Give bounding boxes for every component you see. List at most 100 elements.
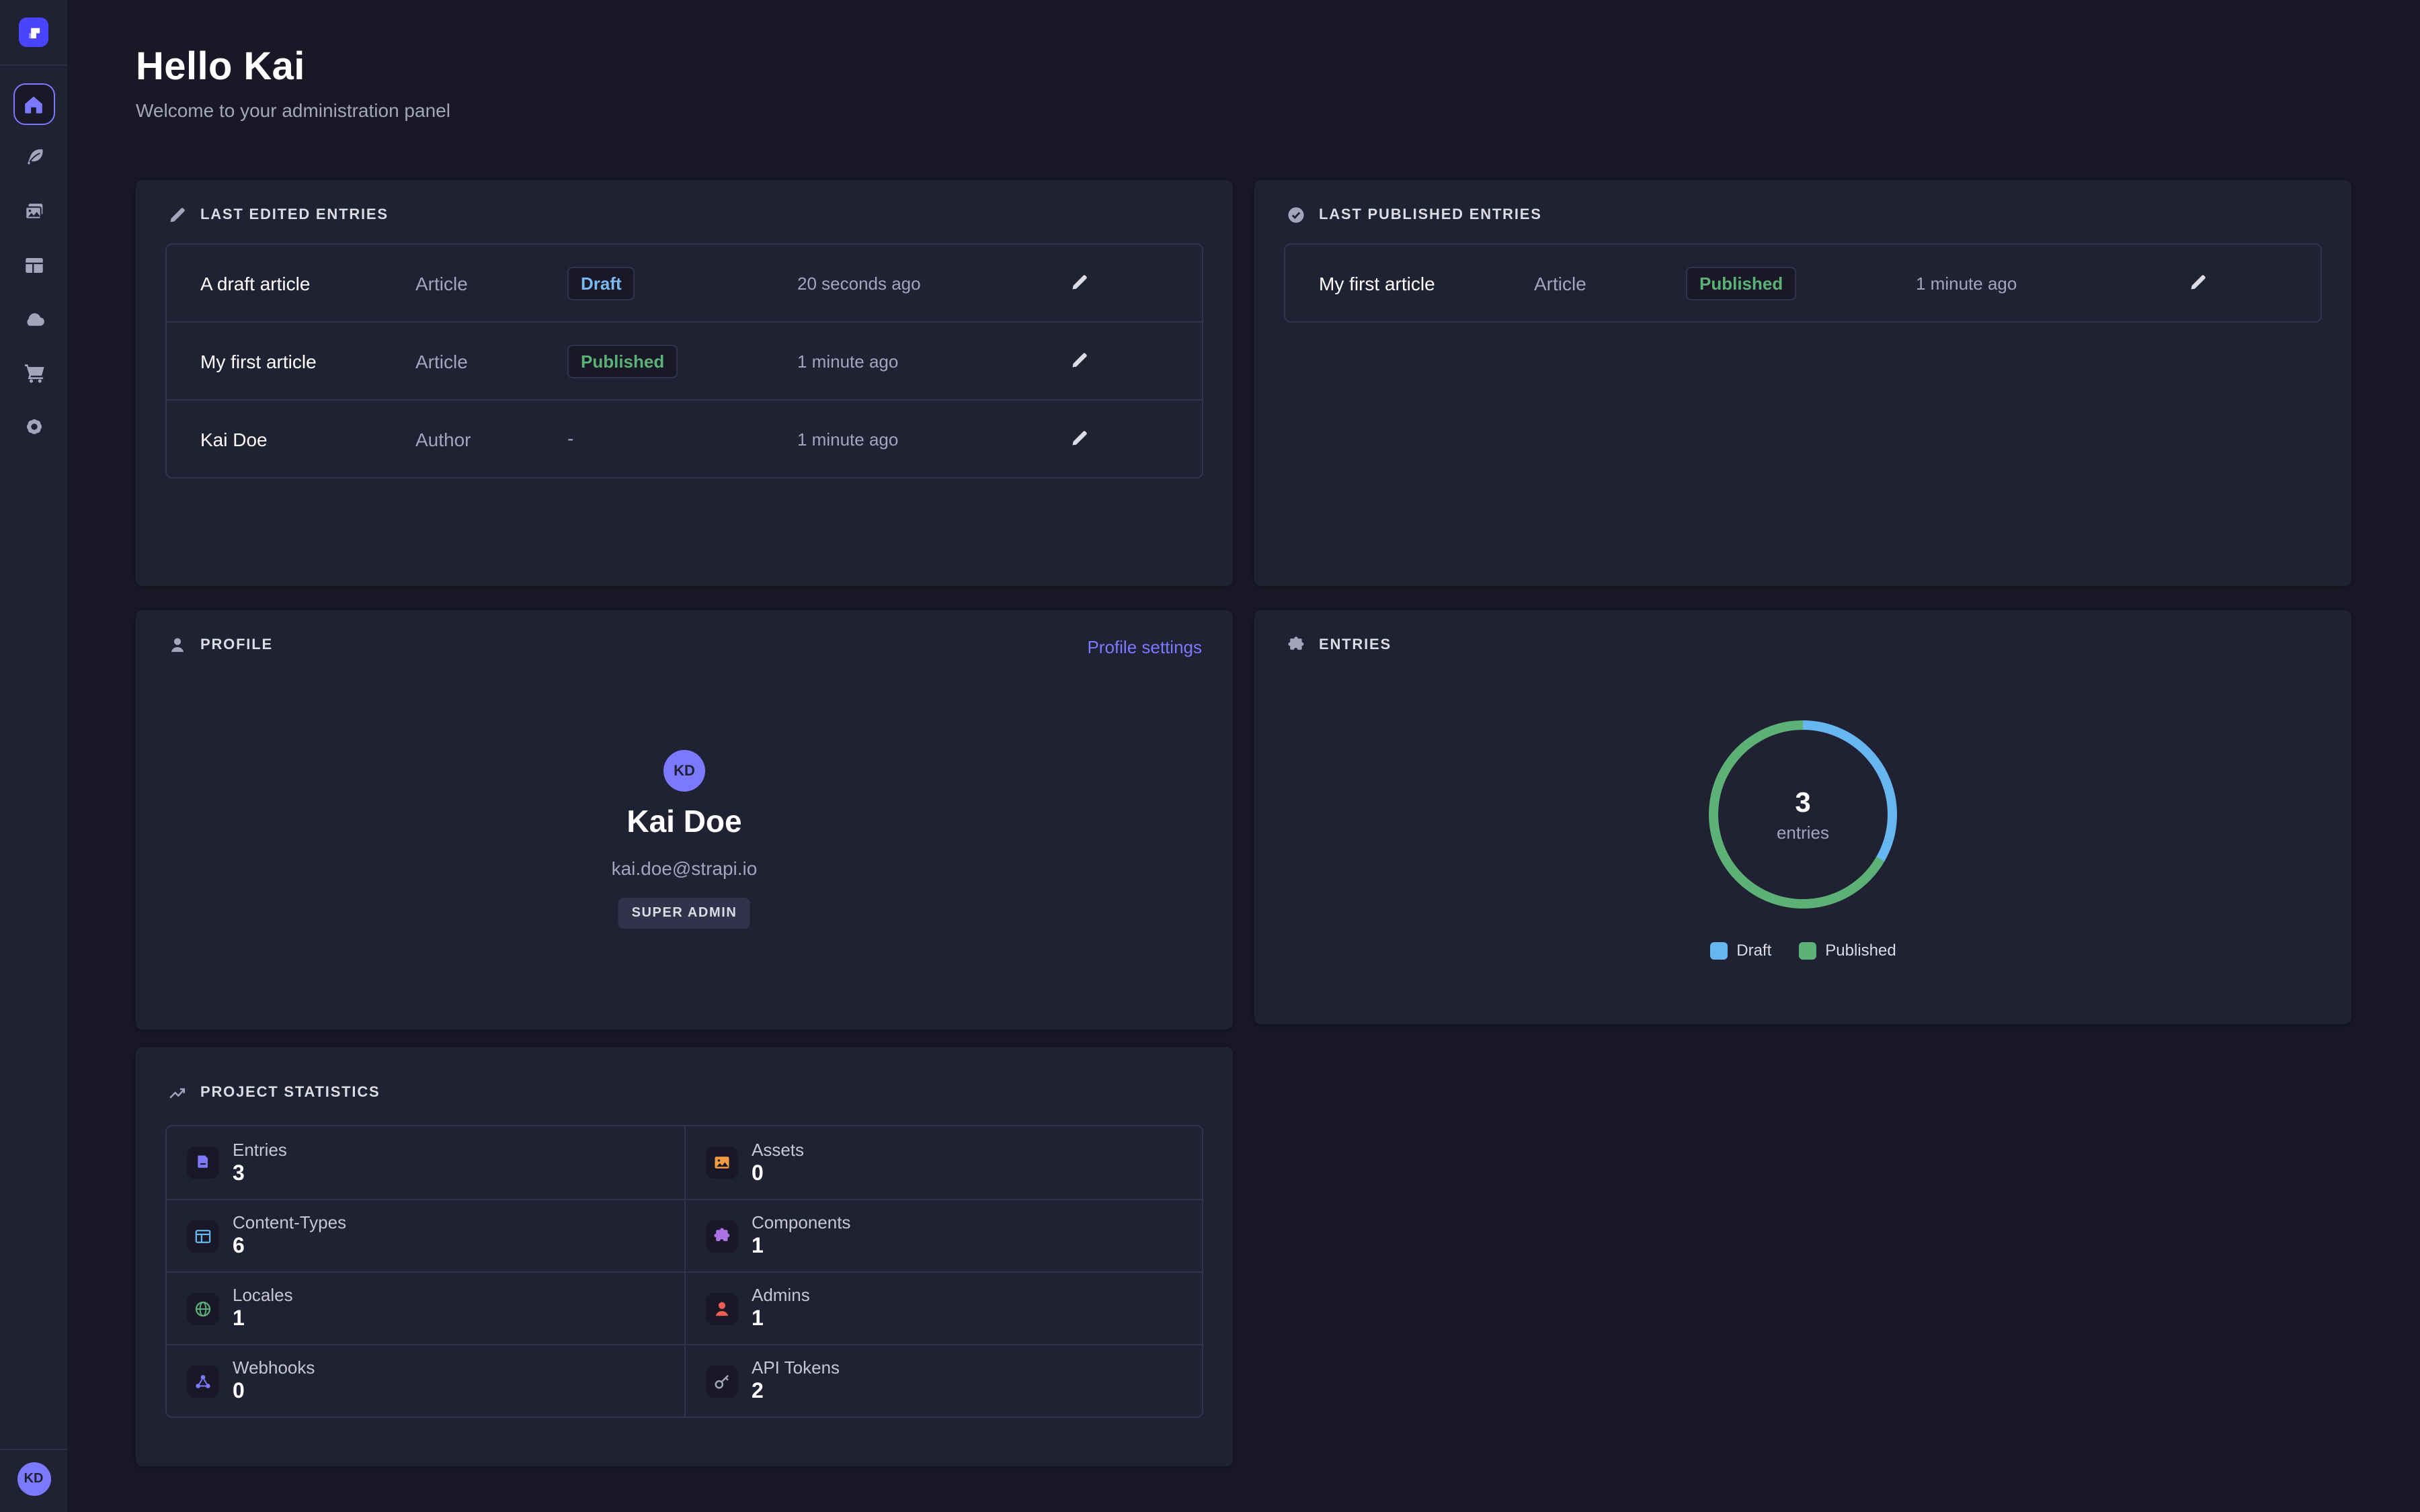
published-swatch (1798, 941, 1816, 959)
entries-donut-chart: 3 entries (1705, 716, 1901, 913)
user-icon (168, 636, 187, 655)
stat-tile (187, 1365, 219, 1397)
stage: KD Hello Kai Welcome to your administrat… (0, 0, 2420, 1512)
home-icon (23, 93, 44, 115)
edit-entry-button[interactable] (1070, 272, 1092, 294)
edit-entry-button[interactable] (1070, 428, 1092, 450)
stat-text: Entries 3 (233, 1140, 287, 1185)
stat-tile (187, 1292, 219, 1325)
last-published-entries-panel: LAST PUBLISHED ENTRIES My first article … (1254, 180, 2351, 586)
layout-icon (194, 1226, 212, 1245)
entry-name: Kai Doe (200, 428, 268, 450)
documents-icon (194, 1153, 212, 1172)
sidebar-footer: KD (0, 1449, 67, 1512)
last-published-table: My first article Article Published 1 min… (1284, 243, 2322, 323)
last-published-header: LAST PUBLISHED ENTRIES (1287, 206, 1542, 224)
sidebar-item-marketplace[interactable] (22, 362, 45, 384)
stat-text: API Tokens 2 (752, 1359, 840, 1403)
status-badge: - (567, 427, 573, 448)
trend-up-icon (168, 1083, 187, 1102)
sidebar-item-cloud[interactable] (22, 308, 45, 331)
stat-value: 1 (752, 1235, 850, 1258)
stat-entries: Entries 3 (167, 1126, 684, 1199)
panel-title: LAST PUBLISHED ENTRIES (1319, 207, 1542, 223)
sidebar-item-media-library[interactable] (22, 200, 45, 223)
stat-text: Admins 1 (752, 1286, 810, 1331)
pencil-icon (1070, 428, 1089, 447)
sidebar-footer-divider (0, 1449, 67, 1450)
stat-webhooks: Webhooks 0 (167, 1344, 684, 1417)
stat-label: Content-Types (233, 1214, 346, 1232)
user-icon (713, 1299, 731, 1318)
status-badge: Published (567, 344, 678, 378)
stat-label: Locales (233, 1286, 293, 1305)
last-edited-header: LAST EDITED ENTRIES (168, 206, 389, 224)
entry-kind: Article (415, 350, 468, 372)
pencil-icon (2189, 272, 2208, 291)
user-avatar[interactable]: KD (17, 1462, 50, 1496)
last-edited-entries-panel: LAST EDITED ENTRIES A draft article Arti… (136, 180, 1233, 586)
puzzle-icon (713, 1226, 731, 1245)
donut-unit: entries (1777, 822, 1829, 842)
stat-locales: Locales 1 (167, 1271, 684, 1344)
key-icon (713, 1372, 731, 1390)
sidebar-divider (0, 65, 67, 66)
stat-api-tokens: API Tokens 2 (684, 1344, 1202, 1417)
cloud-icon (22, 308, 45, 331)
stat-text: Assets 0 (752, 1140, 804, 1185)
profile-email: kai.doe@strapi.io (136, 857, 1233, 879)
profile-name: Kai Doe (136, 804, 1233, 840)
stat-value: 0 (233, 1380, 315, 1403)
legend-label: Draft (1736, 941, 1771, 960)
donut-center: 3 entries (1705, 716, 1901, 913)
profile-settings-link[interactable]: Profile settings (1087, 637, 1202, 657)
stat-value: 1 (233, 1308, 293, 1331)
sidebar-item-settings[interactable] (22, 415, 45, 438)
donut-legend: Draft Published (1254, 941, 2351, 960)
stat-label: Webhooks (233, 1359, 315, 1378)
strapi-logo[interactable] (19, 17, 48, 47)
table-row: Kai Doe Author - 1 minute ago (167, 399, 1202, 477)
entries-header: ENTRIES (1287, 636, 1392, 655)
sidebar-nav (22, 146, 45, 438)
donut-total: 3 (1795, 787, 1810, 819)
draft-swatch (1709, 941, 1727, 959)
stat-tile (187, 1146, 219, 1179)
status-badge: Draft (567, 266, 635, 300)
sidebar-item-content-type-builder[interactable] (22, 254, 45, 277)
table-row: My first article Article Published 1 min… (1285, 245, 2321, 321)
stats-table: Entries 3 Assets 0 (165, 1125, 1203, 1418)
panel-title: LAST EDITED ENTRIES (200, 207, 389, 223)
stat-text: Locales 1 (233, 1286, 293, 1331)
entry-name: My first article (200, 350, 317, 372)
stat-tile (187, 1220, 219, 1252)
strapi-logo-icon (25, 24, 42, 41)
stat-value: 0 (752, 1162, 804, 1185)
stats-header: PROJECT STATISTICS (168, 1083, 380, 1102)
table-row: My first article Article Published 1 min… (167, 321, 1202, 399)
profile-avatar: KD (663, 750, 705, 792)
entry-time: 1 minute ago (1916, 273, 2017, 293)
edit-entry-button[interactable] (1070, 350, 1092, 372)
panel-title: PROJECT STATISTICS (200, 1085, 380, 1101)
globe-icon (194, 1299, 212, 1318)
profile-header: PROFILE (168, 636, 273, 655)
entry-name: My first article (1319, 272, 1435, 294)
sidebar-item-content-manager[interactable] (22, 146, 45, 169)
page-title: Hello Kai (136, 46, 305, 90)
sidebar: KD (0, 0, 67, 1512)
stat-label: Admins (752, 1286, 810, 1305)
pencil-icon (168, 206, 187, 224)
stat-content-types: Content-Types 6 (167, 1199, 684, 1271)
gear-icon (22, 415, 45, 438)
stat-tile (706, 1220, 738, 1252)
last-edited-table: A draft article Article Draft 20 seconds… (165, 243, 1203, 478)
sidebar-item-home[interactable] (13, 83, 54, 125)
picture-icon (713, 1153, 731, 1172)
edit-entry-button[interactable] (2189, 272, 2210, 294)
entry-name: A draft article (200, 272, 310, 294)
stat-value: 2 (752, 1380, 840, 1403)
stat-label: Entries (233, 1140, 287, 1159)
stat-label: API Tokens (752, 1359, 840, 1378)
entry-time: 1 minute ago (797, 351, 898, 371)
